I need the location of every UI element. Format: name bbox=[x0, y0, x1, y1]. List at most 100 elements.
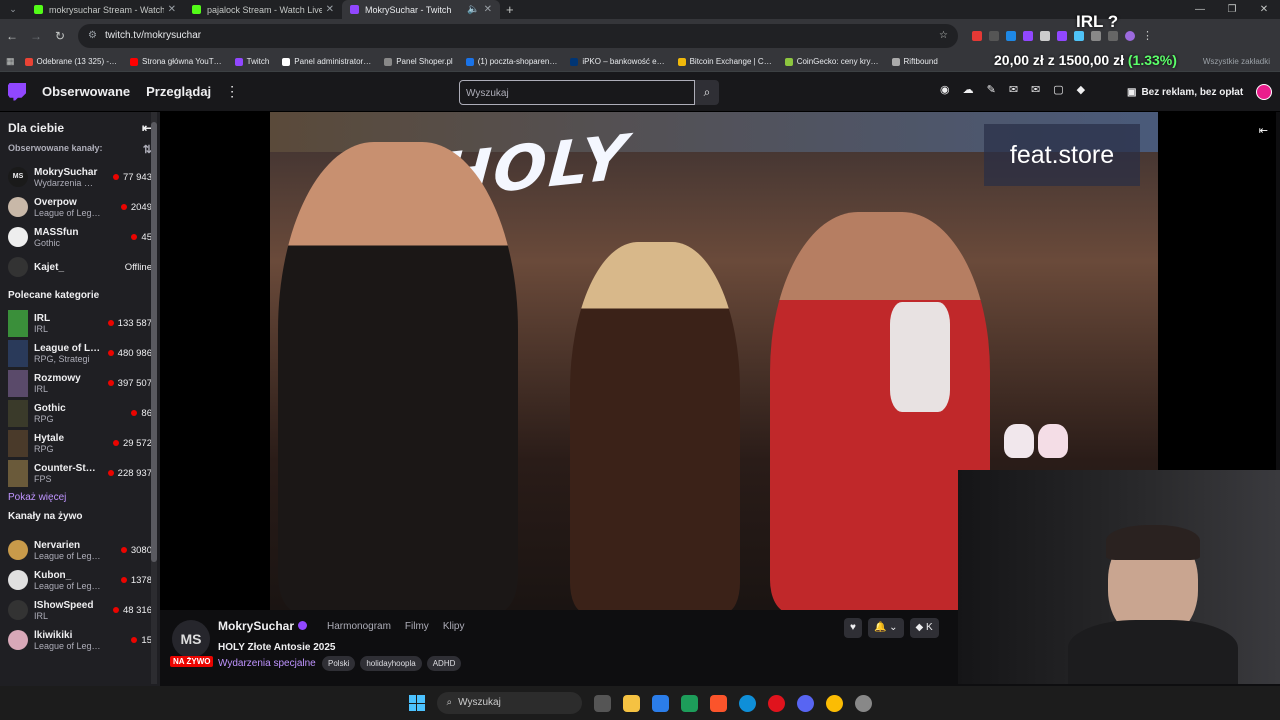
all-bookmarks[interactable]: Wszystkie zakładki bbox=[1203, 57, 1270, 66]
expand-chat-icon[interactable]: ⇤ bbox=[1259, 124, 1268, 137]
extension-icon[interactable] bbox=[989, 30, 999, 41]
sidebar-channel[interactable]: Kubon_ League of Leg… 1378 bbox=[0, 565, 160, 595]
back-icon[interactable]: ← bbox=[0, 29, 24, 43]
prime-icon[interactable]: ◉ bbox=[940, 83, 950, 96]
whispers-icon[interactable]: ▢ bbox=[1053, 83, 1063, 96]
minimize-icon[interactable]: — bbox=[1184, 0, 1216, 19]
bits-icon[interactable]: ◆ bbox=[1077, 83, 1085, 96]
bookmark-item[interactable]: CoinGecko: ceny kry… bbox=[784, 57, 879, 66]
stream-title: HOLY Złote Antosie 2025 bbox=[218, 642, 336, 653]
extension-icon[interactable] bbox=[1006, 30, 1016, 41]
bookmark-item[interactable]: Panel administrator… bbox=[282, 57, 371, 66]
nav-followed[interactable]: Obserwowane bbox=[42, 84, 130, 99]
sidebar-category[interactable]: Hytale RPG 29 572 bbox=[0, 428, 160, 458]
close-window-icon[interactable]: ✕ bbox=[1248, 0, 1280, 19]
taskbar-search[interactable]: ⌕ Wyszukaj bbox=[436, 692, 582, 714]
discord-icon[interactable] bbox=[796, 694, 814, 712]
stream-tag[interactable]: ADHD bbox=[426, 656, 462, 671]
follow-heart-icon[interactable]: ♥ bbox=[844, 618, 862, 638]
channel-tab[interactable]: Klipy bbox=[443, 621, 465, 632]
channel-tab[interactable]: Harmonogram bbox=[327, 621, 391, 632]
tab-close-icon[interactable]: ✕ bbox=[326, 4, 334, 15]
forward-icon[interactable]: → bbox=[24, 29, 48, 43]
channel-game: RPG bbox=[34, 413, 54, 424]
extension-icon[interactable] bbox=[1074, 30, 1084, 41]
bookmark-label: Riftbound bbox=[903, 57, 938, 66]
apps-grid-icon[interactable]: ▦ bbox=[6, 56, 15, 67]
bookmark-item[interactable]: Twitch bbox=[234, 57, 269, 66]
stream-tag[interactable]: Polski bbox=[322, 656, 356, 671]
extension-icon[interactable] bbox=[1057, 30, 1067, 41]
extension-icon[interactable] bbox=[1040, 30, 1050, 41]
reload-icon[interactable]: ↻ bbox=[48, 29, 72, 43]
bookmark-item[interactable]: (1) poczta-shoparen… bbox=[465, 57, 557, 66]
channel-tab[interactable]: Filmy bbox=[405, 621, 429, 632]
sidebar-scrollbar[interactable] bbox=[151, 112, 157, 684]
sidebar-channel[interactable]: Kajet_ Offline bbox=[0, 252, 160, 282]
sidebar-category[interactable]: League of L… RPG, Strategi 480 986 bbox=[0, 338, 160, 368]
chrome-icon[interactable] bbox=[825, 694, 843, 712]
puzzle-icon[interactable] bbox=[1091, 30, 1101, 41]
inbox-icon[interactable]: ✉ bbox=[1009, 83, 1018, 96]
user-avatar[interactable] bbox=[1256, 84, 1272, 100]
edge-icon[interactable] bbox=[738, 694, 756, 712]
store-icon[interactable] bbox=[651, 694, 669, 712]
nav-browse[interactable]: Przeglądaj bbox=[146, 84, 211, 99]
sidebar-channel[interactable]: Nervarien League of Leg… 3080 bbox=[0, 535, 160, 565]
notifications-bell-icon[interactable]: 🔔 ⌄ bbox=[867, 618, 904, 638]
drops-icon[interactable]: ☁ bbox=[963, 83, 974, 96]
task-view-icon[interactable] bbox=[593, 694, 611, 712]
reading-list-icon[interactable] bbox=[1108, 30, 1118, 41]
more-menu-icon[interactable]: ⋮ bbox=[225, 83, 239, 100]
show-more-link[interactable]: Pokaż więcej bbox=[0, 488, 160, 509]
stream-category[interactable]: Wydarzenia specjalne bbox=[218, 658, 316, 669]
sidebar-category[interactable]: Gothic RPG 86 bbox=[0, 398, 160, 428]
sidebar-channel[interactable]: Overpow League of Leg… 2049 bbox=[0, 192, 160, 222]
bookmark-item[interactable]: Riftbound bbox=[891, 57, 938, 66]
bookmark-item[interactable]: iPKO – bankowość e… bbox=[570, 57, 665, 66]
bookmark-item[interactable]: Panel Shoper.pl bbox=[384, 57, 453, 66]
address-bar[interactable]: ⚙ twitch.tv/mokrysuchar ☆ bbox=[78, 23, 958, 48]
extension-icon[interactable] bbox=[972, 30, 982, 41]
new-tab-button[interactable]: + bbox=[500, 2, 520, 17]
opera-icon[interactable] bbox=[767, 694, 785, 712]
channel-avatar[interactable]: MS bbox=[172, 620, 210, 658]
explorer-icon[interactable] bbox=[622, 694, 640, 712]
twitch-logo-icon[interactable] bbox=[8, 82, 26, 101]
browser-tab[interactable]: mokrysuchar Stream - Watch Li ✕ bbox=[26, 0, 184, 19]
mail-icon[interactable]: ✉ bbox=[1031, 83, 1040, 96]
menu-dots-icon[interactable]: ⋮ bbox=[1142, 29, 1153, 42]
site-info-icon[interactable]: ⚙ bbox=[88, 30, 97, 41]
sidebar-category[interactable]: Counter-St… FPS 228 937 bbox=[0, 458, 160, 488]
stream-tag[interactable]: holidayhoopla bbox=[360, 656, 422, 671]
channel-name[interactable]: MokrySuchar bbox=[218, 619, 294, 633]
activity-icon[interactable]: ✎ bbox=[987, 83, 996, 96]
start-icon[interactable] bbox=[408, 695, 425, 711]
adfree-button[interactable]: ▣ Bez reklam, bez opłat bbox=[1127, 80, 1243, 105]
browser-tab[interactable]: MokrySuchar - Twitch 🔈 ✕ bbox=[342, 0, 500, 19]
excel-icon[interactable] bbox=[680, 694, 698, 712]
sidebar-category[interactable]: Rozmowy IRL 397 507 bbox=[0, 368, 160, 398]
bookmark-item[interactable]: Bitcoin Exchange | C… bbox=[677, 57, 772, 66]
browser-tab[interactable]: pajalock Stream - Watch Live o ✕ bbox=[184, 0, 342, 19]
tab-close-icon[interactable]: ✕ bbox=[484, 4, 492, 15]
bookmark-star-icon[interactable]: ☆ bbox=[939, 30, 948, 41]
bookmark-item[interactable]: Strona główna YouT… bbox=[130, 57, 222, 66]
bookmark-item[interactable]: Odebrane (13 325) -… bbox=[24, 57, 117, 66]
sidebar-channel[interactable]: lkiwikiki League of Leg… 15 bbox=[0, 625, 160, 655]
profile-icon[interactable] bbox=[1125, 30, 1135, 41]
sidebar-category[interactable]: IRL IRL 133 587 bbox=[0, 308, 160, 338]
extension-icon[interactable] bbox=[1023, 30, 1033, 41]
tab-close-icon[interactable]: ✕ bbox=[168, 4, 176, 15]
search-input[interactable]: Wyszukaj bbox=[459, 80, 695, 105]
sidebar-channel[interactable]: IShowSpeed IRL 48 316 bbox=[0, 595, 160, 625]
gift-icon[interactable]: ◆ K bbox=[909, 618, 939, 638]
tab-search-icon[interactable]: ⌄ bbox=[0, 4, 26, 15]
maximize-icon[interactable]: ❐ bbox=[1216, 0, 1248, 19]
tab-audio-icon[interactable]: 🔈 bbox=[467, 4, 479, 15]
sidebar-channel[interactable]: MS MokrySuchar Wydarzenia … 77 943 bbox=[0, 162, 160, 192]
sidebar-channel[interactable]: MASSfun Gothic 45 bbox=[0, 222, 160, 252]
brave-icon[interactable] bbox=[709, 694, 727, 712]
search-icon[interactable]: ⌕ bbox=[695, 80, 719, 105]
obs-icon[interactable] bbox=[854, 694, 872, 712]
